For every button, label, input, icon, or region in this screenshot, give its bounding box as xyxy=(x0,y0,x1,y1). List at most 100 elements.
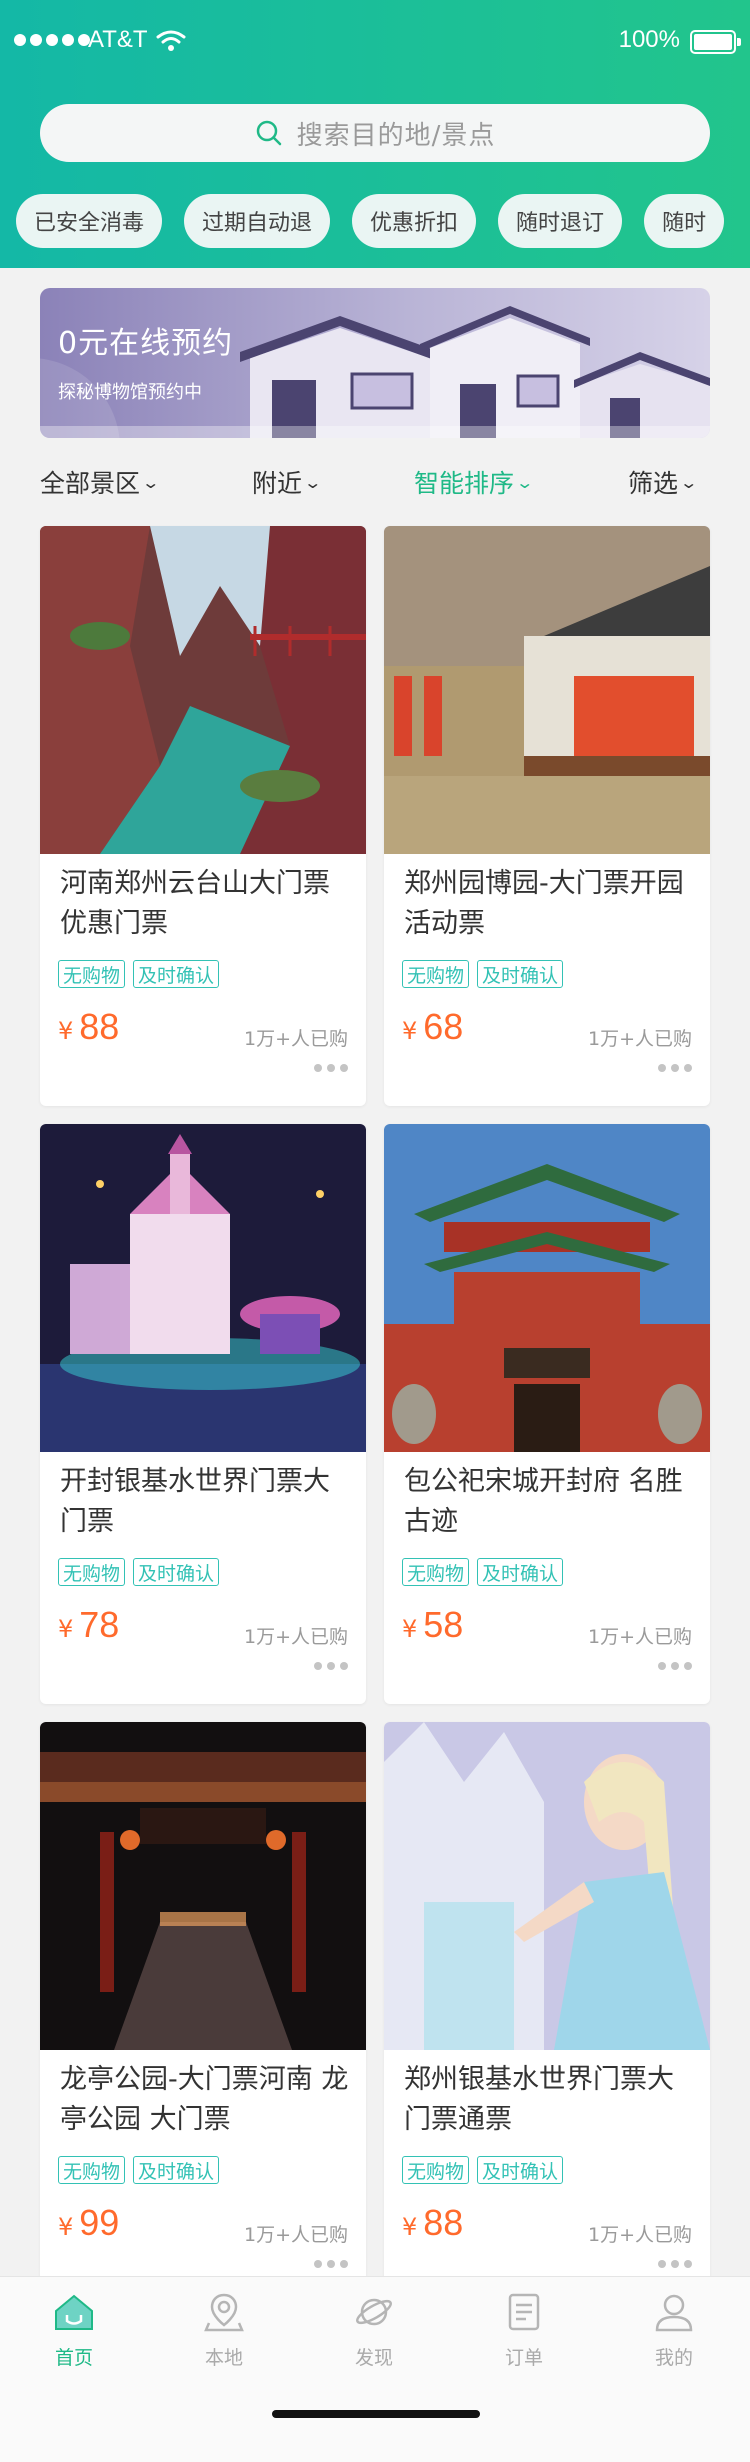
promo-banner[interactable]: 0元在线预约 探秘博物馆预约中 xyxy=(40,288,710,438)
carrier-label: AT&T xyxy=(88,26,148,53)
product-card[interactable]: 包公祀宋城开封府 名胜古迹 无购物 及时确认 ¥ 58 1万+人已购 xyxy=(384,1124,710,1704)
card-badges: 无购物 及时确认 xyxy=(58,960,220,988)
wifi-icon xyxy=(156,30,186,51)
filter-area-label: 全部景区 xyxy=(40,469,141,498)
badge-instant-confirm: 及时确认 xyxy=(477,2156,564,2184)
card-price: ¥ 68 xyxy=(402,1006,463,1048)
card-sold-count: 1万+人已购 xyxy=(587,1028,692,1050)
card-badges: 无购物 及时确认 xyxy=(58,2156,220,2184)
tab-profile-label: 我的 xyxy=(654,2347,693,2369)
card-image-garden xyxy=(384,526,710,854)
product-card[interactable]: 河南郑州云台山大门票 优惠门票 无购物 及时确认 ¥ 88 1万+人已购 xyxy=(40,526,366,1106)
more-icon[interactable] xyxy=(658,1662,692,1670)
card-badges: 无购物 及时确认 xyxy=(402,2156,564,2184)
card-image-ice-princess xyxy=(384,1722,710,2050)
card-image-water-park xyxy=(40,1124,366,1452)
card-badges: 无购物 及时确认 xyxy=(402,1558,564,1586)
tab-orders-label: 订单 xyxy=(504,2347,543,2369)
card-price: ¥ 58 xyxy=(402,1604,463,1646)
profile-icon xyxy=(655,2294,693,2332)
planet-icon xyxy=(356,2298,392,2326)
card-image-kaifeng-gate xyxy=(384,1124,710,1452)
filter-more-label: 筛选 xyxy=(628,469,679,498)
chevron-down-icon: ⌄ xyxy=(303,472,323,492)
tab-local[interactable]: 本地 xyxy=(174,2291,274,2371)
tab-home-label: 首页 xyxy=(54,2347,93,2369)
card-sold-count: 1万+人已购 xyxy=(243,1028,348,1050)
badge-instant-confirm: 及时确认 xyxy=(477,1558,564,1586)
tag-disinfected[interactable]: 已安全消毒 xyxy=(16,194,163,248)
product-card[interactable]: 龙亭公园-大门票河南 龙亭公园 大门票 无购物 及时确认 ¥ 99 1万+人已购 xyxy=(40,1722,366,2302)
filter-area[interactable]: 全部景区 ⌄ xyxy=(40,464,161,500)
tag-auto-refund[interactable]: 过期自动退 xyxy=(184,194,331,248)
more-icon[interactable] xyxy=(314,1064,348,1072)
tab-local-label: 本地 xyxy=(204,2347,243,2369)
card-sold-count: 1万+人已购 xyxy=(587,2224,692,2246)
card-title: 郑州园博园-大门票开园活动票 xyxy=(404,868,684,939)
card-price: ¥ 99 xyxy=(58,2202,119,2244)
battery-icon xyxy=(690,30,741,54)
card-title: 郑州银基水世界门票大门票通票 xyxy=(404,2064,674,2135)
price-value: 58 xyxy=(423,1604,464,1645)
card-sold-count: 1万+人已购 xyxy=(243,2224,348,2246)
card-title: 包公祀宋城开封府 名胜古迹 xyxy=(404,1466,683,1537)
product-card[interactable]: 郑州园博园-大门票开园活动票 无购物 及时确认 ¥ 68 1万+人已购 xyxy=(384,526,710,1106)
filter-sort[interactable]: 智能排序 ⌄ xyxy=(414,464,535,500)
filter-nearby[interactable]: 附近 ⌄ xyxy=(252,464,323,500)
chevron-down-icon: ⌄ xyxy=(515,472,535,492)
banner-subtitle: 探秘博物馆预约中 xyxy=(58,382,202,403)
product-card[interactable]: 开封银基水世界门票大门票 无购物 及时确认 ¥ 78 1万+人已购 xyxy=(40,1124,366,1704)
search-placeholder: 搜索目的地/景点 xyxy=(296,120,496,151)
price-symbol: ¥ xyxy=(402,1017,418,1045)
more-icon[interactable] xyxy=(658,2260,692,2268)
card-badges: 无购物 及时确认 xyxy=(58,1558,220,1586)
chevron-down-icon: ⌄ xyxy=(679,472,699,492)
tab-profile[interactable]: 我的 xyxy=(624,2291,724,2371)
card-price: ¥ 88 xyxy=(402,2202,463,2244)
price-symbol: ¥ xyxy=(58,1615,74,1643)
tag-row: 已安全消毒 过期自动退 优惠折扣 随时退订 随时 xyxy=(16,194,725,248)
badge-instant-confirm: 及时确认 xyxy=(133,1558,220,1586)
badge-no-shopping: 无购物 xyxy=(402,960,470,988)
badge-no-shopping: 无购物 xyxy=(402,2156,470,2184)
tag-anytime[interactable]: 随时 xyxy=(644,194,725,248)
price-value: 99 xyxy=(79,2202,120,2243)
tag-discount[interactable]: 优惠折扣 xyxy=(352,194,477,248)
badge-instant-confirm: 及时确认 xyxy=(133,960,220,988)
search-input[interactable]: 搜索目的地/景点 xyxy=(40,104,710,162)
product-card[interactable]: 郑州银基水世界门票大门票通票 无购物 及时确认 ¥ 88 1万+人已购 xyxy=(384,1722,710,2302)
card-title: 河南郑州云台山大门票 优惠门票 xyxy=(60,868,330,939)
badge-instant-confirm: 及时确认 xyxy=(477,960,564,988)
badge-no-shopping: 无购物 xyxy=(58,960,126,988)
card-image-canyon xyxy=(40,526,366,854)
tab-discover-label: 发现 xyxy=(354,2347,393,2369)
more-icon[interactable] xyxy=(658,1064,692,1072)
signal-icon xyxy=(14,34,90,46)
price-value: 78 xyxy=(79,1604,120,1645)
tab-discover[interactable]: 发现 xyxy=(324,2291,424,2371)
filter-sort-label: 智能排序 xyxy=(414,469,515,498)
tab-orders[interactable]: 订单 xyxy=(474,2291,574,2371)
tab-bar: 首页 本地 发现 订单 我的 xyxy=(0,2276,750,2462)
filter-bar: 全部景区 ⌄ 附近 ⌄ 智能排序 ⌄ 筛选 ⌄ xyxy=(0,458,750,508)
more-icon[interactable] xyxy=(314,2260,348,2268)
banner-title: 0元在线预约 xyxy=(58,326,234,361)
price-symbol: ¥ xyxy=(402,2213,418,2241)
price-symbol: ¥ xyxy=(58,2213,74,2241)
card-price: ¥ 78 xyxy=(58,1604,119,1646)
card-badges: 无购物 及时确认 xyxy=(402,960,564,988)
card-image-longting-gate xyxy=(40,1722,366,2050)
location-icon xyxy=(204,2293,244,2332)
price-value: 68 xyxy=(423,1006,464,1047)
tag-cancel-anytime[interactable]: 随时退订 xyxy=(498,194,623,248)
more-icon[interactable] xyxy=(314,1662,348,1670)
price-value: 88 xyxy=(423,2202,464,2243)
home-indicator[interactable] xyxy=(272,2410,480,2418)
badge-no-shopping: 无购物 xyxy=(58,1558,126,1586)
price-symbol: ¥ xyxy=(58,1017,74,1045)
card-title: 开封银基水世界门票大门票 xyxy=(60,1466,330,1537)
museum-illustration xyxy=(40,306,710,438)
tab-home[interactable]: 首页 xyxy=(24,2291,124,2371)
filter-more[interactable]: 筛选 ⌄ xyxy=(628,464,699,500)
chevron-down-icon: ⌄ xyxy=(141,472,161,492)
